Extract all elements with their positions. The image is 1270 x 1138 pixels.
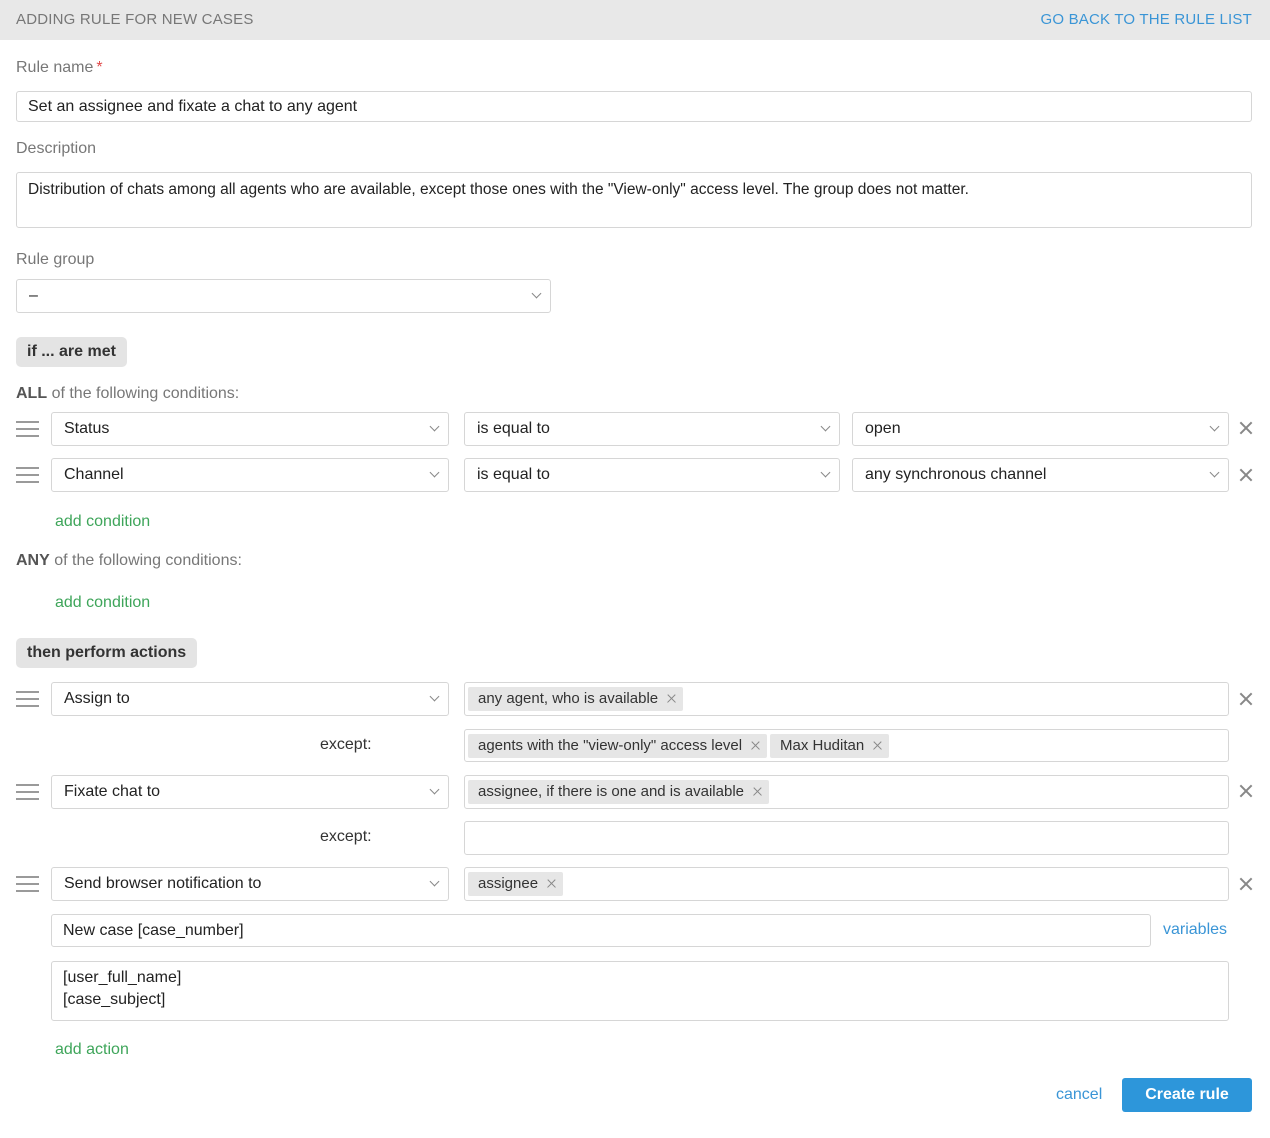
chevron-down-icon [429, 876, 440, 887]
required-mark: * [96, 59, 103, 76]
condition-operator-value: is equal to [477, 466, 550, 483]
rule-name-input[interactable]: Set an assignee and fixate a chat to any… [16, 91, 1252, 122]
chevron-down-icon [820, 467, 831, 478]
conditions-section-label: if ... are met [16, 337, 127, 367]
chevron-down-icon [1209, 421, 1220, 432]
drag-handle-icon[interactable] [16, 782, 39, 802]
remove-tag-icon[interactable] [666, 694, 676, 704]
except-multiselect[interactable]: agents with the "view-only" access level… [464, 729, 1229, 762]
remove-tag-icon[interactable] [872, 741, 882, 751]
drag-handle-icon[interactable] [16, 689, 39, 709]
condition-operator-select[interactable]: is equal to [464, 412, 840, 446]
except-multiselect[interactable] [464, 821, 1229, 855]
action-target-multiselect[interactable]: any agent, who is available [464, 682, 1229, 716]
remove-action-icon[interactable] [1237, 690, 1255, 708]
notification-title-value: New case [case_number] [63, 922, 244, 939]
remove-tag-icon[interactable] [750, 741, 760, 751]
notification-body-textarea[interactable]: [user_full_name] [case_subject] [51, 961, 1229, 1021]
description-value: Distribution of chats among all agents w… [28, 181, 969, 198]
actions-section-label: then perform actions [16, 638, 198, 668]
except-label: except: [320, 828, 372, 845]
action-type-select[interactable]: Send browser notification to [51, 867, 449, 901]
target-tag: assignee, if there is one and is availab… [468, 780, 770, 804]
target-tag: assignee [468, 872, 564, 896]
chevron-down-icon [531, 288, 542, 299]
action-type-value: Send browser notification to [64, 875, 262, 892]
except-tag: Max Huditan [770, 734, 890, 758]
action-type-select[interactable]: Assign to [51, 682, 449, 716]
rule-group-select[interactable]: – [16, 279, 551, 313]
chevron-down-icon [820, 421, 831, 432]
chevron-down-icon [429, 421, 440, 432]
notification-body-line2: [case_subject] [63, 991, 166, 1008]
chevron-down-icon [429, 467, 440, 478]
except-label: except: [320, 736, 372, 753]
rule-group-label: Rule group [16, 251, 95, 268]
rule-group-value: – [29, 287, 38, 304]
chevron-down-icon [429, 691, 440, 702]
all-conditions-label: ALL of the following conditions: [16, 385, 240, 402]
condition-value-value: open [865, 420, 901, 437]
condition-field-value: Status [64, 420, 110, 437]
rule-name-label: Rule name * [16, 59, 103, 76]
drag-handle-icon[interactable] [16, 465, 39, 485]
condition-operator-select[interactable]: is equal to [464, 458, 840, 492]
description-label: Description [16, 140, 97, 157]
condition-value-select[interactable]: open [852, 412, 1229, 446]
variables-link[interactable]: variables [1163, 921, 1227, 939]
page-header: ADDING RULE FOR NEW CASES GO BACK TO THE… [0, 0, 1270, 40]
action-type-value: Fixate chat to [64, 783, 161, 800]
back-to-rule-list-link[interactable]: GO BACK TO THE RULE LIST [1040, 11, 1252, 28]
action-type-value: Assign to [64, 690, 130, 707]
action-type-select[interactable]: Fixate chat to [51, 775, 449, 809]
add-action-link[interactable]: add action [55, 1041, 129, 1059]
remove-tag-icon[interactable] [546, 879, 556, 889]
condition-field-select[interactable]: Status [51, 412, 449, 446]
add-condition-all-link[interactable]: add condition [55, 513, 150, 531]
condition-value-select[interactable]: any synchronous channel [852, 458, 1229, 492]
remove-action-icon[interactable] [1237, 875, 1255, 893]
condition-operator-value: is equal to [477, 420, 550, 437]
any-conditions-label: ANY of the following conditions: [16, 552, 242, 569]
remove-condition-icon[interactable] [1237, 419, 1255, 437]
cancel-button[interactable]: cancel [1056, 1086, 1102, 1104]
action-target-multiselect[interactable]: assignee [464, 867, 1229, 901]
notification-body-line1: [user_full_name] [63, 969, 182, 986]
except-tag: agents with the "view-only" access level [468, 734, 768, 758]
drag-handle-icon[interactable] [16, 419, 39, 439]
action-target-multiselect[interactable]: assignee, if there is one and is availab… [464, 775, 1229, 809]
notification-title-input[interactable]: New case [case_number] [51, 914, 1151, 947]
remove-tag-icon[interactable] [752, 787, 762, 797]
condition-value-value: any synchronous channel [865, 466, 1047, 483]
condition-field-value: Channel [64, 466, 124, 483]
remove-action-icon[interactable] [1237, 782, 1255, 800]
condition-field-select[interactable]: Channel [51, 458, 449, 492]
rule-name-value: Set an assignee and fixate a chat to any… [28, 98, 358, 115]
page-title: ADDING RULE FOR NEW CASES [16, 11, 254, 28]
create-rule-button[interactable]: Create rule [1122, 1078, 1252, 1112]
remove-condition-icon[interactable] [1237, 466, 1255, 484]
chevron-down-icon [1209, 467, 1220, 478]
description-textarea[interactable]: Distribution of chats among all agents w… [16, 172, 1252, 228]
chevron-down-icon [429, 784, 440, 795]
target-tag: any agent, who is available [468, 687, 684, 711]
drag-handle-icon[interactable] [16, 874, 39, 894]
add-condition-any-link[interactable]: add condition [55, 594, 150, 612]
